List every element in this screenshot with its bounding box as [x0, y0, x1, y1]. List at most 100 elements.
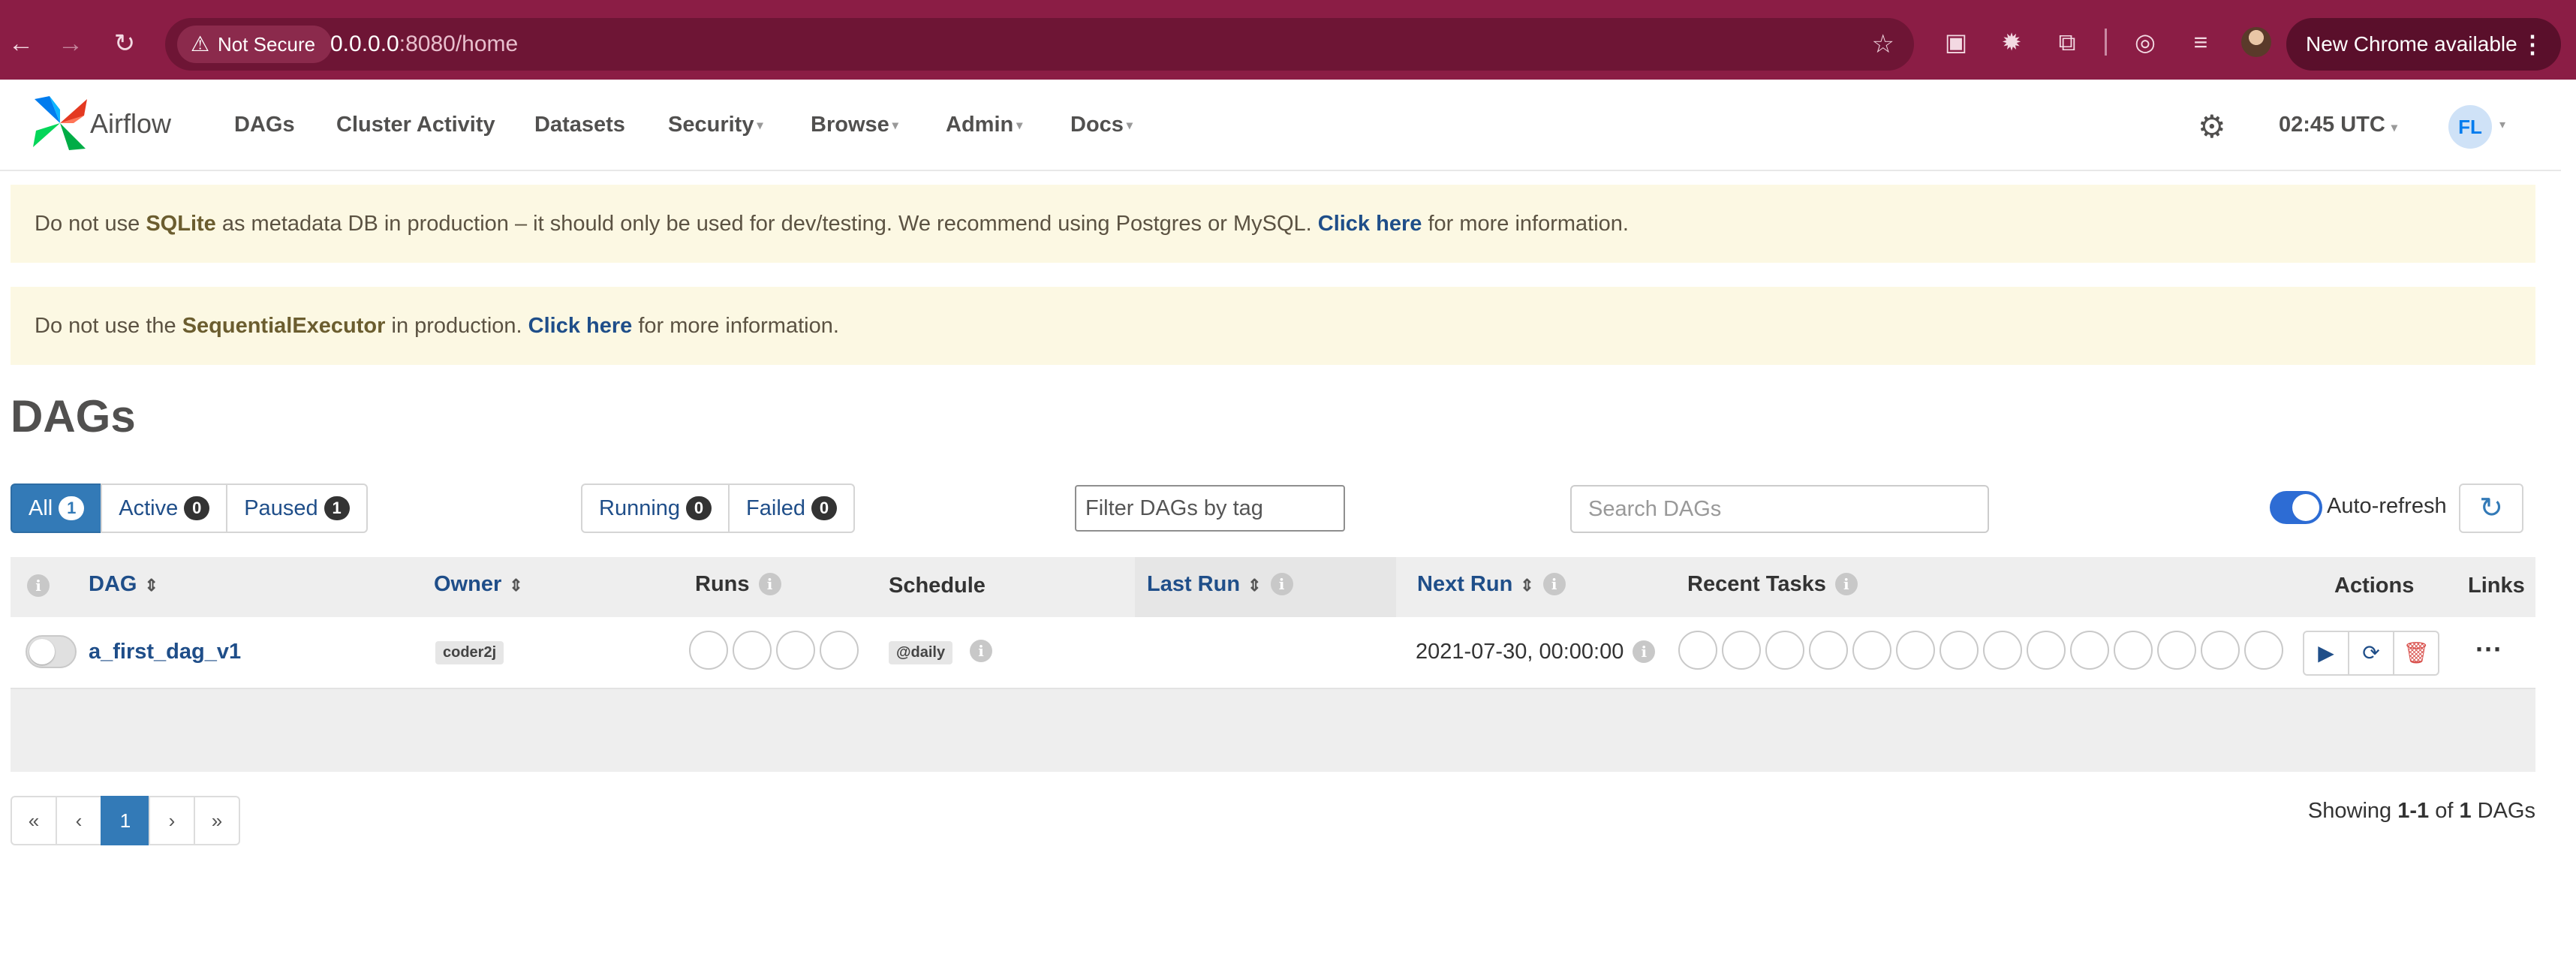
task-state-circle[interactable]: [2201, 631, 2240, 670]
task-state-circle[interactable]: [2157, 631, 2196, 670]
executor-warning-alert: Do not use the SequentialExecutor in pro…: [11, 287, 2535, 365]
prev-page-button[interactable]: ‹: [56, 796, 102, 845]
airflow-navbar: Airflow DAGs Cluster Activity Datasets S…: [0, 80, 2561, 171]
delete-dag-button[interactable]: 🗑: [2393, 631, 2439, 676]
page-1-button[interactable]: 1: [101, 796, 150, 845]
theme-gear-icon[interactable]: ⚙: [2198, 108, 2226, 145]
extension-gear-icon[interactable]: ✹: [1997, 27, 2027, 57]
task-state-circle[interactable]: [2114, 631, 2153, 670]
info-icon[interactable]: i: [1633, 640, 1656, 663]
alert-text: Do not use: [35, 212, 146, 236]
extensions-puzzle-icon[interactable]: ⧉: [2052, 27, 2082, 57]
info-icon[interactable]: i: [1270, 573, 1293, 595]
refresh-button[interactable]: ↻: [2459, 484, 2523, 533]
task-state-circle[interactable]: [2027, 631, 2066, 670]
security-chip[interactable]: ⚠ Not Secure: [177, 26, 333, 63]
task-state-circle[interactable]: [2244, 631, 2283, 670]
count-badge: 0: [184, 496, 210, 520]
info-icon[interactable]: i: [1834, 573, 1858, 595]
header-last-run[interactable]: Last Run ⇕ i: [1147, 572, 1293, 597]
schedule-tag[interactable]: @daily: [889, 641, 953, 664]
chevron-down-icon: ▾: [892, 119, 898, 133]
kebab-menu-icon: ⋮: [2520, 31, 2544, 58]
url-text[interactable]: 0.0.0.0:8080/home: [330, 18, 518, 71]
forward-arrow-icon[interactable]: →: [50, 23, 92, 65]
task-state-circle[interactable]: [1940, 631, 1979, 670]
nav-datasets[interactable]: Datasets: [534, 113, 625, 137]
pause-toggle[interactable]: [26, 635, 77, 668]
airflow-pinwheel-logo-icon[interactable]: [30, 93, 90, 153]
tag-filter-input[interactable]: Filter DAGs by tag: [1075, 485, 1345, 532]
showing-summary: Showing 1-1 of 1 DAGs: [2308, 799, 2535, 824]
profile-avatar[interactable]: [2241, 27, 2271, 57]
nav-admin[interactable]: Admin ▾: [946, 113, 1022, 137]
alert-text: as metadata DB in production – it should…: [215, 212, 1318, 236]
timezone-clock[interactable]: 02:45 UTC ▾: [2279, 113, 2397, 137]
nav-docs[interactable]: Docs ▾: [1070, 113, 1133, 137]
address-bar[interactable]: ⚠ Not Secure 0.0.0.0:8080/home ☆: [165, 18, 1914, 71]
filter-failed-button[interactable]: Failed 0: [728, 484, 856, 533]
task-state-circle[interactable]: [1852, 631, 1891, 670]
nav-dags[interactable]: DAGs: [234, 113, 295, 137]
trigger-dag-button[interactable]: ▶: [2303, 631, 2349, 676]
count-badge: 1: [59, 496, 85, 520]
extension-leaf-icon[interactable]: ◎: [2130, 27, 2160, 57]
task-state-circle[interactable]: [1722, 631, 1761, 670]
refresh-file-icon: ⟳: [2362, 641, 2380, 664]
links-menu-ellipsis-icon[interactable]: ···: [2475, 634, 2502, 665]
alert-bold: SQLite: [146, 212, 216, 236]
back-arrow-icon[interactable]: ←: [0, 23, 42, 65]
auto-refresh-toggle[interactable]: [2270, 491, 2322, 524]
toolbar-separator: [2105, 29, 2107, 56]
reading-list-icon[interactable]: ≡: [2186, 27, 2216, 57]
reload-icon[interactable]: ↻: [104, 23, 146, 65]
chevron-down-icon[interactable]: ▾: [2499, 117, 2505, 132]
header-dag[interactable]: DAG ⇕: [89, 572, 158, 597]
task-state-circle[interactable]: [1765, 631, 1804, 670]
info-icon[interactable]: i: [970, 640, 992, 662]
owner-tag[interactable]: coder2j: [435, 641, 504, 664]
first-page-button[interactable]: «: [11, 796, 57, 845]
sort-updown-icon: ⇕: [1247, 576, 1262, 595]
extension-screen-icon[interactable]: ▣: [1941, 27, 1971, 57]
filter-paused-button[interactable]: Paused 1: [226, 484, 368, 533]
search-dags-input[interactable]: Search DAGs: [1570, 485, 1989, 533]
user-avatar[interactable]: FL: [2448, 105, 2492, 149]
warning-triangle-icon: ⚠: [191, 32, 210, 56]
header-info-icon[interactable]: i: [27, 574, 50, 598]
nav-browse[interactable]: Browse ▾: [811, 113, 898, 137]
last-page-button[interactable]: »: [194, 796, 240, 845]
run-state-circle[interactable]: [776, 631, 815, 670]
filter-active-button[interactable]: Active 0: [101, 484, 228, 533]
info-icon[interactable]: i: [758, 573, 781, 595]
header-owner[interactable]: Owner ⇕: [434, 572, 523, 597]
header-next-run[interactable]: Next Run ⇕ i: [1417, 572, 1566, 597]
chevron-down-icon: ▾: [2391, 122, 2397, 134]
task-state-circle[interactable]: [1896, 631, 1935, 670]
bookmark-star-icon[interactable]: ☆: [1872, 18, 1894, 71]
info-icon[interactable]: i: [1542, 573, 1566, 595]
run-state-circle[interactable]: [689, 631, 728, 670]
task-state-circle[interactable]: [2070, 631, 2109, 670]
task-state-circle[interactable]: [1983, 631, 2022, 670]
task-state-circle[interactable]: [1809, 631, 1848, 670]
run-state-circle[interactable]: [820, 631, 859, 670]
filter-all-button[interactable]: All 1: [11, 484, 103, 533]
next-page-button[interactable]: ›: [149, 796, 195, 845]
nav-security[interactable]: Security ▾: [668, 113, 763, 137]
refresh-dag-button[interactable]: ⟳: [2348, 631, 2394, 676]
play-icon: ▶: [2318, 641, 2334, 664]
filter-running-button[interactable]: Running 0: [581, 484, 730, 533]
summary-text: DAGs: [2471, 799, 2535, 823]
nav-cluster-activity[interactable]: Cluster Activity: [336, 113, 495, 137]
airflow-brand[interactable]: Airflow: [90, 108, 171, 140]
run-state-circle[interactable]: [733, 631, 772, 670]
click-here-link[interactable]: Click here: [528, 314, 633, 338]
dag-actions: ▶ ⟳ 🗑: [2303, 631, 2439, 676]
click-here-link[interactable]: Click here: [1318, 212, 1422, 236]
new-chrome-available-button[interactable]: New Chrome available ⋮: [2286, 18, 2561, 71]
dag-id-link[interactable]: a_first_dag_v1: [89, 640, 241, 664]
header-last-run-label: Last Run: [1147, 572, 1241, 596]
browser-toolbar: ← → ↻ ⚠ Not Secure 0.0.0.0:8080/home ☆ ▣…: [0, 0, 2576, 80]
task-state-circle[interactable]: [1678, 631, 1717, 670]
